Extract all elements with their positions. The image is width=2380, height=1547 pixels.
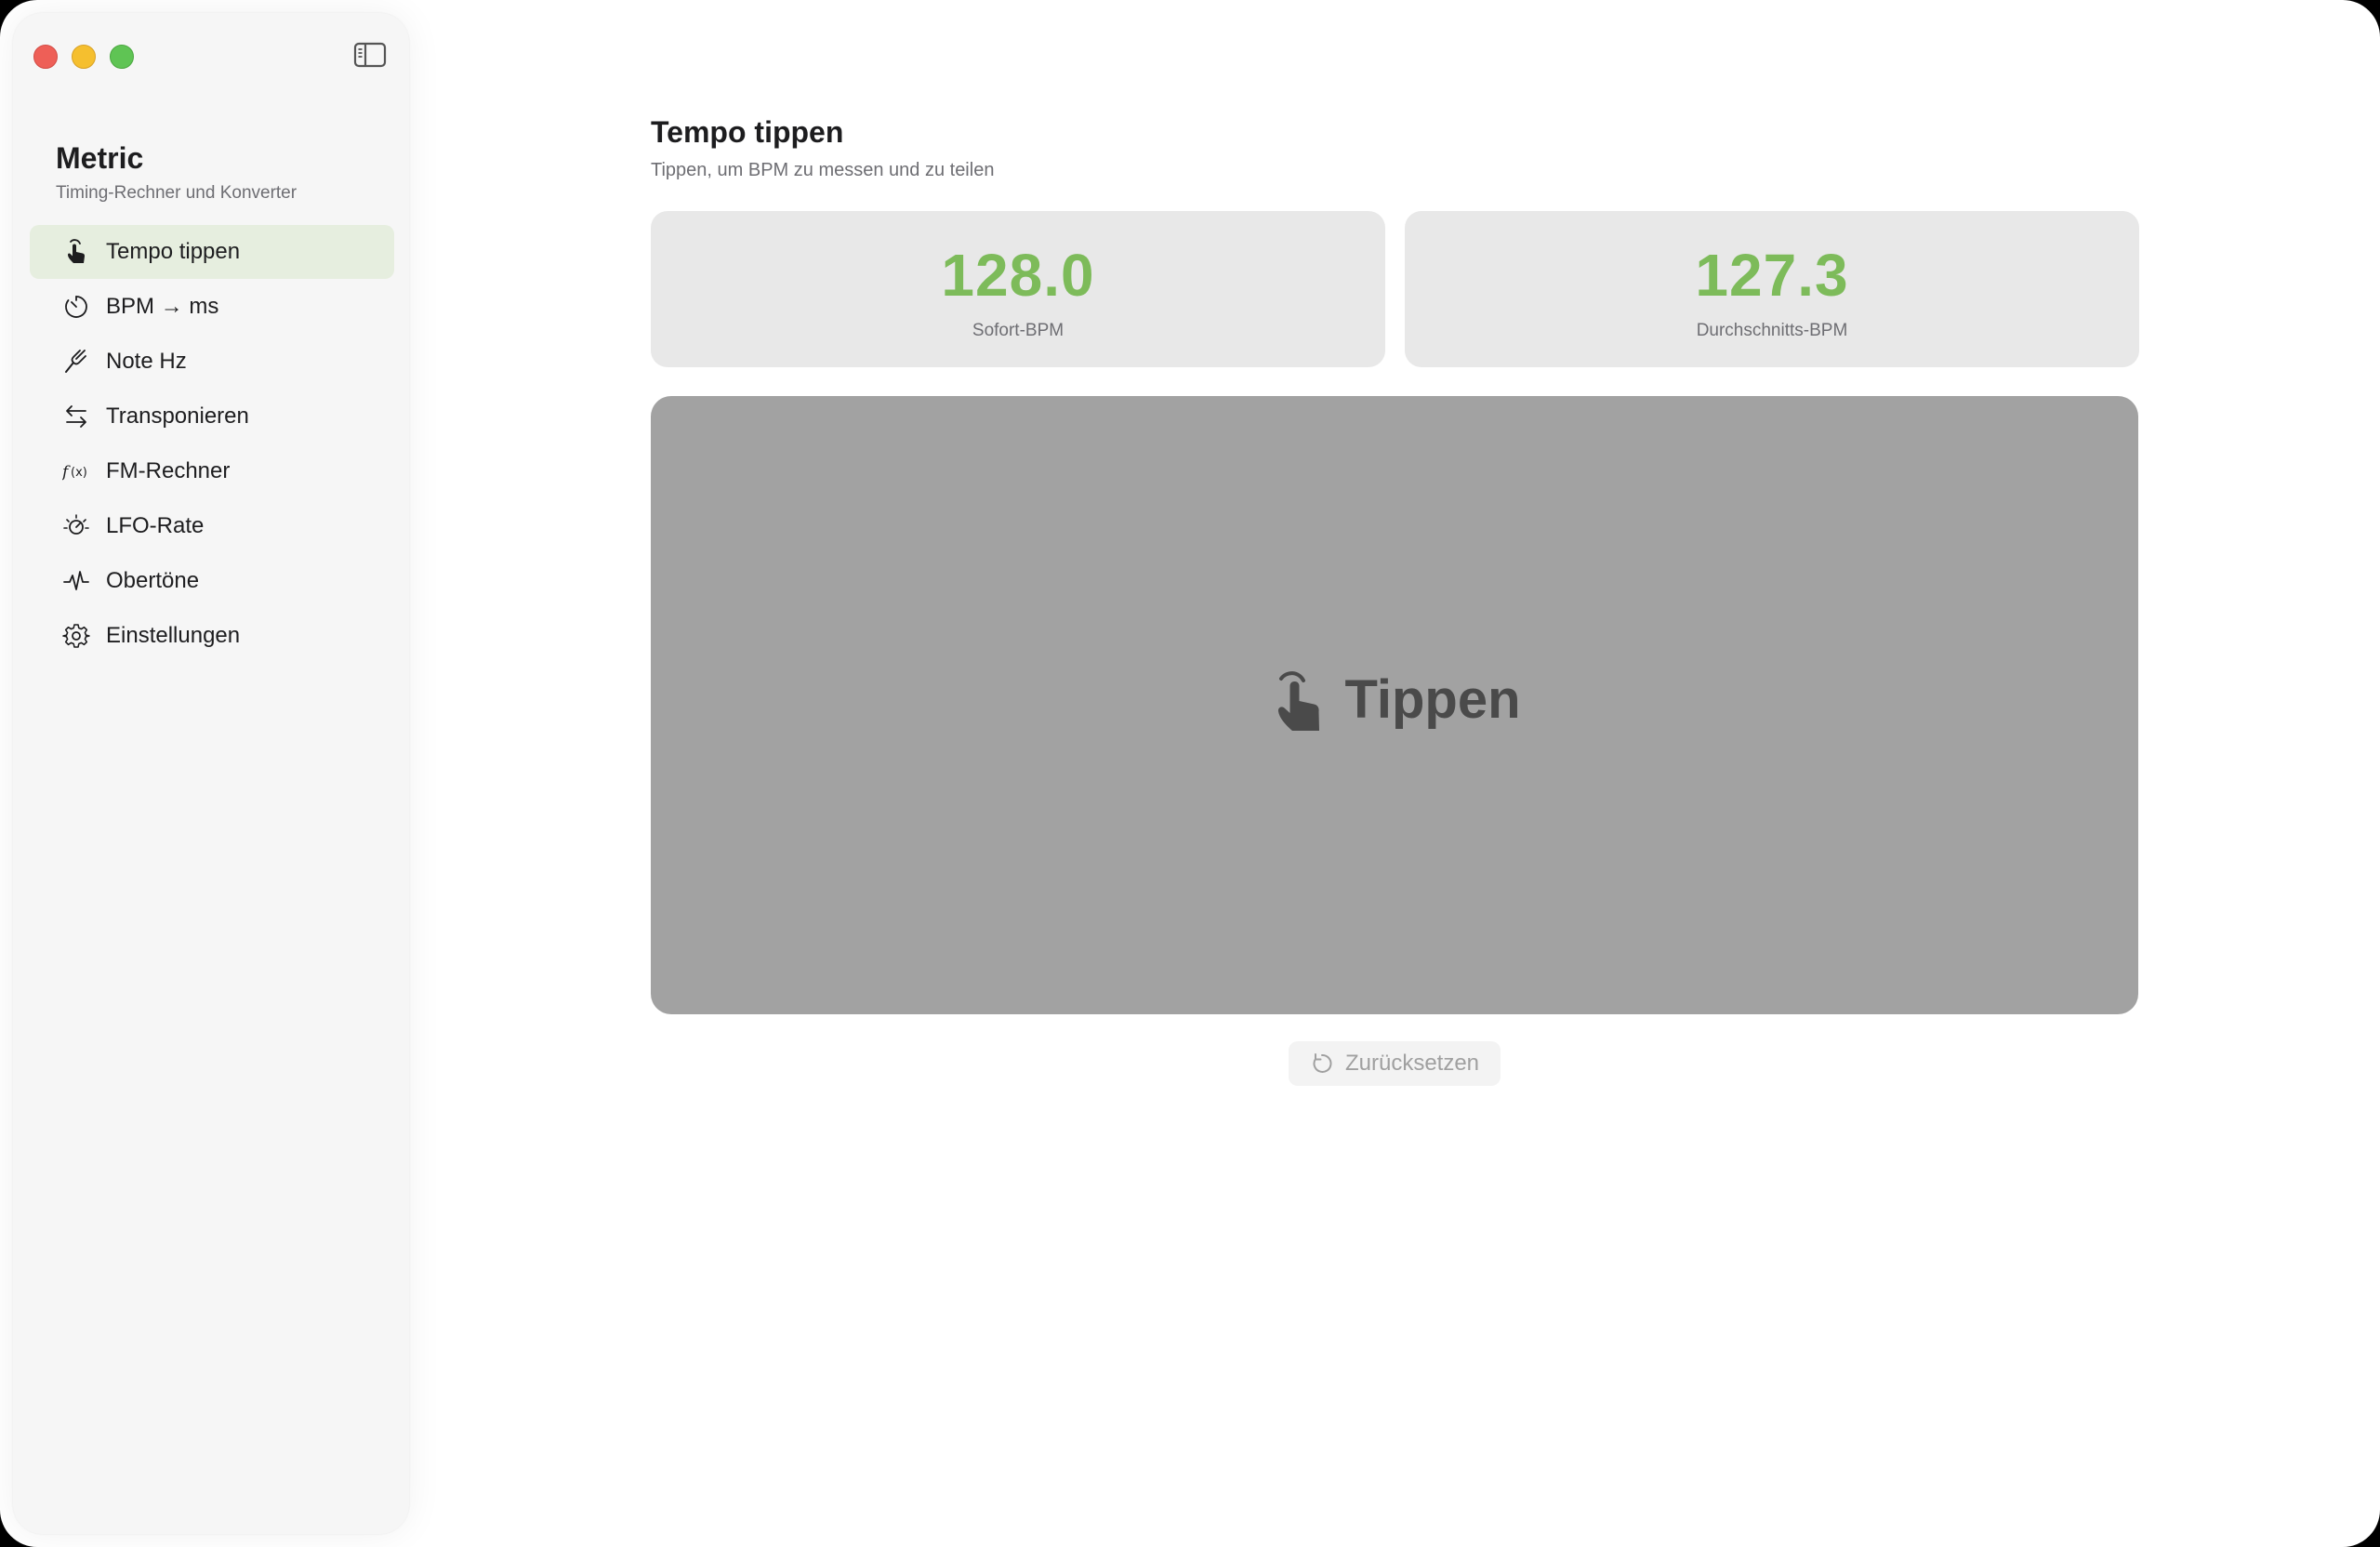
waveform-icon [61, 566, 91, 596]
zoom-button[interactable] [110, 45, 134, 69]
sidebar-item-label: Tempo tippen [106, 239, 241, 264]
tap-pad-label: Tippen [1344, 668, 1521, 730]
sidebar-item-label: FM-Rechner [106, 458, 231, 483]
reset-button[interactable]: Zurücksetzen [1289, 1041, 1501, 1086]
app-title: Metric [56, 141, 144, 175]
sidebar-item-fm-rechner[interactable]: f (x) FM-Rechner [30, 444, 394, 498]
average-bpm-card: 127.3 Durchschnitts-BPM [1405, 211, 2139, 367]
sidebar-item-note-hz[interactable]: Note Hz [30, 335, 394, 389]
tap-pad-content: Tippen [651, 666, 2138, 733]
sidebar-item-label: Transponieren [106, 403, 249, 429]
average-bpm-label: Durchschnitts-BPM [1696, 321, 1848, 340]
instant-bpm-card: 128.0 Sofort-BPM [651, 211, 1385, 367]
sidebar-item-bpm-ms[interactable]: BPM → ms [30, 280, 394, 334]
svg-text:f: f [62, 463, 71, 482]
page-subtitle: Tippen, um BPM zu messen und zu teilen [651, 160, 995, 180]
instant-bpm-label: Sofort-BPM [972, 321, 1064, 340]
sidebar-item-label: Note Hz [106, 349, 187, 374]
sidebar-item-tempo-tippen[interactable]: Tempo tippen [30, 225, 394, 279]
sidebar-toggle-icon[interactable] [353, 41, 387, 69]
sidebar-item-label: BPM → ms [106, 294, 219, 319]
reset-icon [1313, 1053, 1332, 1073]
page-title: Tempo tippen [651, 115, 844, 149]
timer-icon [61, 292, 91, 322]
sidebar-item-lfo-rate[interactable]: LFO-Rate [30, 499, 394, 553]
app-window: Metric Timing-Rechner und Konverter Temp… [0, 0, 2380, 1547]
instant-bpm-value: 128.0 [941, 242, 1095, 309]
sidebar-item-label: Einstellungen [106, 623, 241, 648]
sidebar-nav: Tempo tippen BPM → ms Note Hz Transponie… [30, 225, 394, 664]
gear-icon [61, 621, 91, 651]
tap-pad[interactable]: Tippen [651, 396, 2138, 1014]
sidebar: Metric Timing-Rechner und Konverter Temp… [13, 13, 409, 1534]
sidebar-item-einstellungen[interactable]: Einstellungen [30, 609, 394, 663]
tap-hand-icon [1268, 666, 1329, 733]
dial-icon [61, 511, 91, 541]
average-bpm-value: 127.3 [1695, 242, 1849, 309]
tuning-fork-icon [61, 347, 91, 377]
close-button[interactable] [33, 45, 58, 69]
sidebar-item-label: LFO-Rate [106, 513, 205, 538]
sidebar-item-label: Obertöne [106, 568, 200, 593]
app-subtitle: Timing-Rechner und Konverter [56, 183, 298, 203]
function-icon: f (x) [61, 456, 91, 486]
arrows-swap-icon [61, 402, 91, 431]
minimize-button[interactable] [72, 45, 96, 69]
sidebar-item-obertoene[interactable]: Obertöne [30, 554, 394, 608]
sidebar-item-transponieren[interactable]: Transponieren [30, 390, 394, 443]
tap-hand-icon [61, 237, 91, 267]
reset-button-label: Zurücksetzen [1344, 1051, 1480, 1076]
svg-text:(x): (x) [71, 466, 87, 480]
